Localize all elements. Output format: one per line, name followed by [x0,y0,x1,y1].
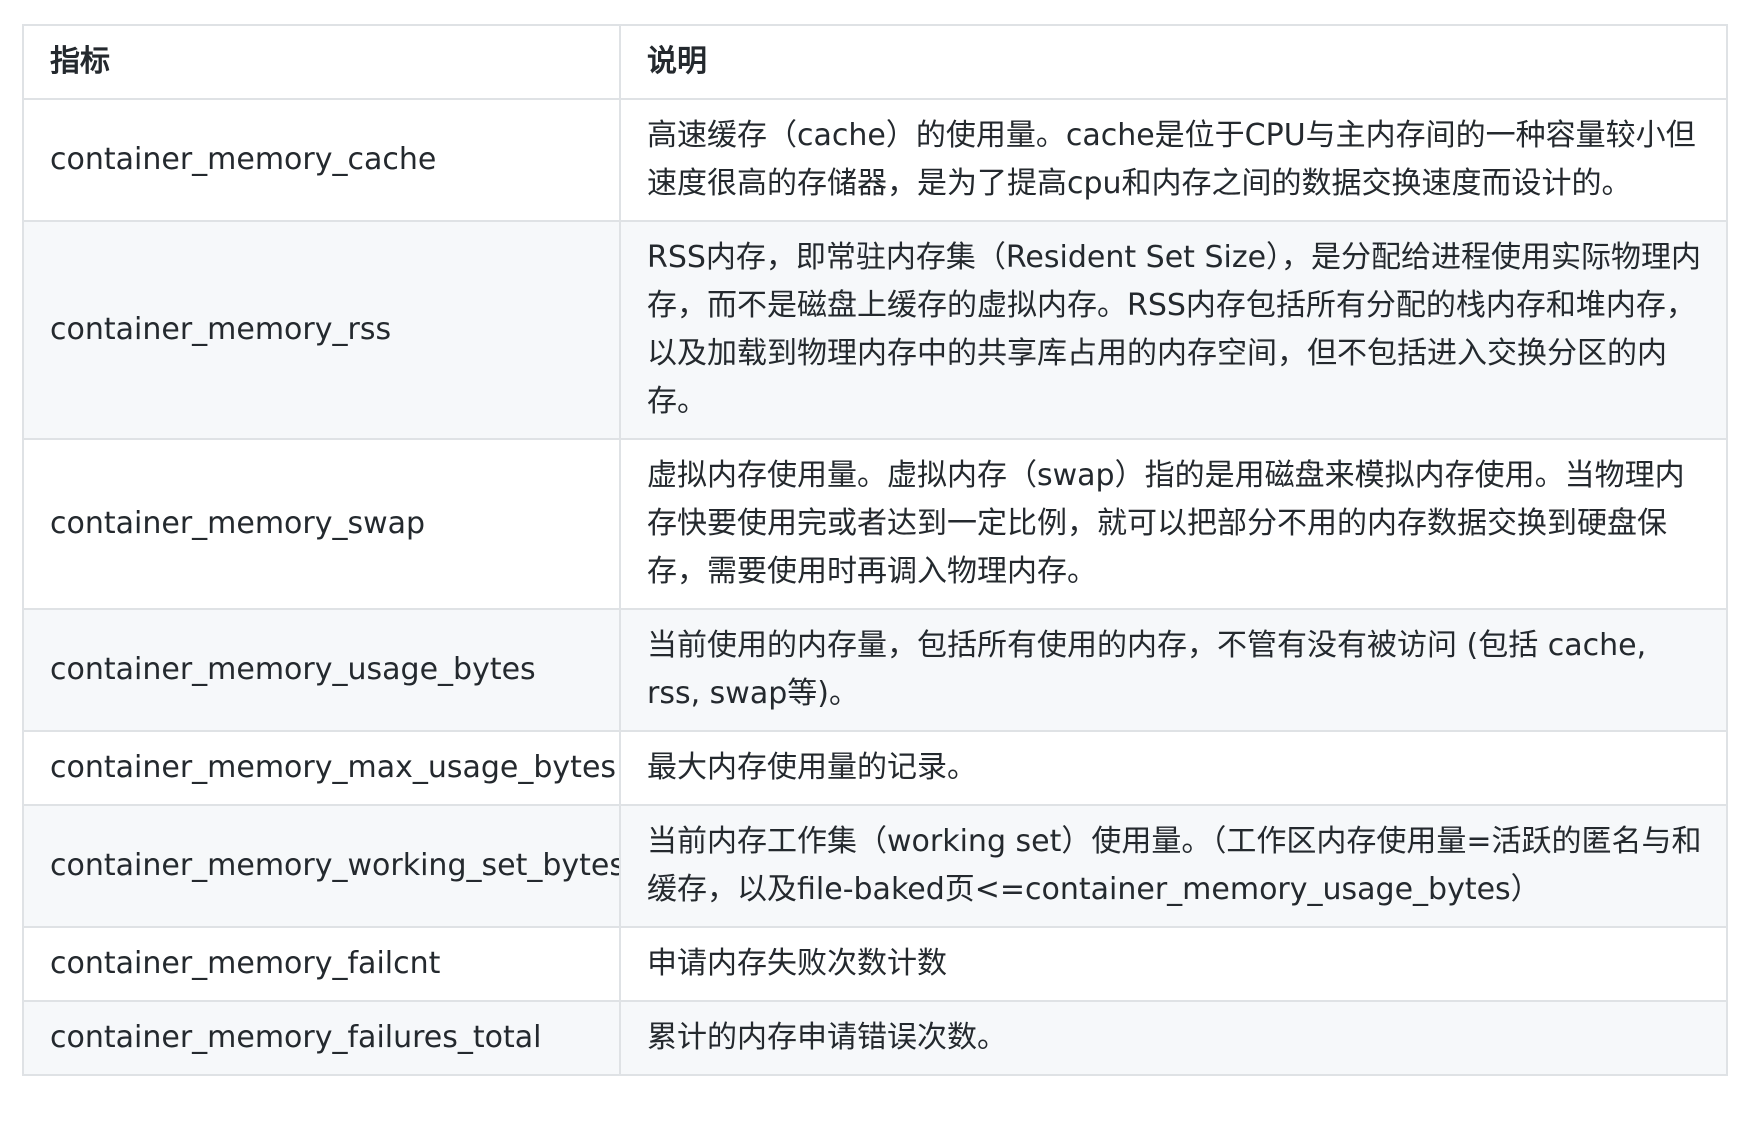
metric-name: container_memory_working_set_bytes [22,804,621,928]
table-row: container_memory_working_set_bytes 当前内存工… [22,804,1728,928]
metric-description: 当前使用的内存量，包括所有使用的内存，不管有没有被访问 (包括 cache, r… [619,608,1728,732]
table-row: container_memory_max_usage_bytes 最大内存使用量… [22,730,1728,806]
metric-name: container_memory_usage_bytes [22,608,621,732]
metric-description: RSS内存，即常驻内存集（Resident Set Size），是分配给进程使用… [619,220,1728,440]
table-row: container_memory_swap 虚拟内存使用量。虚拟内存（swap）… [22,438,1728,610]
header-description: 说明 [619,24,1728,100]
table-row: container_memory_cache 高速缓存（cache）的使用量。c… [22,98,1728,222]
metric-name: container_memory_swap [22,438,621,610]
table-header: 指标 说明 [22,24,1728,100]
metric-name: container_memory_max_usage_bytes [22,730,621,806]
metric-name: container_memory_failcnt [22,926,621,1002]
metrics-table-container: 指标 说明 container_memory_cache 高速缓存（cache）… [22,24,1728,1076]
table-row: container_memory_failures_total 累计的内存申请错… [22,1000,1728,1076]
metric-name: container_memory_failures_total [22,1000,621,1076]
table-body: container_memory_cache 高速缓存（cache）的使用量。c… [22,98,1728,1076]
metric-description: 最大内存使用量的记录。 [619,730,1728,806]
header-metric: 指标 [22,24,621,100]
table-row: container_memory_usage_bytes 当前使用的内存量，包括… [22,608,1728,732]
metric-description: 累计的内存申请错误次数。 [619,1000,1728,1076]
metric-name: container_memory_cache [22,98,621,222]
metrics-table: 指标 说明 container_memory_cache 高速缓存（cache）… [22,24,1728,1076]
table-row: container_memory_failcnt 申请内存失败次数计数 [22,926,1728,1002]
metric-name: container_memory_rss [22,220,621,440]
metric-description: 高速缓存（cache）的使用量。cache是位于CPU与主内存间的一种容量较小但… [619,98,1728,222]
table-row: container_memory_rss RSS内存，即常驻内存集（Reside… [22,220,1728,440]
metric-description: 当前内存工作集（working set）使用量。（工作区内存使用量=活跃的匿名与… [619,804,1728,928]
header-row: 指标 说明 [22,24,1728,100]
metric-description: 虚拟内存使用量。虚拟内存（swap）指的是用磁盘来模拟内存使用。当物理内存快要使… [619,438,1728,610]
metric-description: 申请内存失败次数计数 [619,926,1728,1002]
